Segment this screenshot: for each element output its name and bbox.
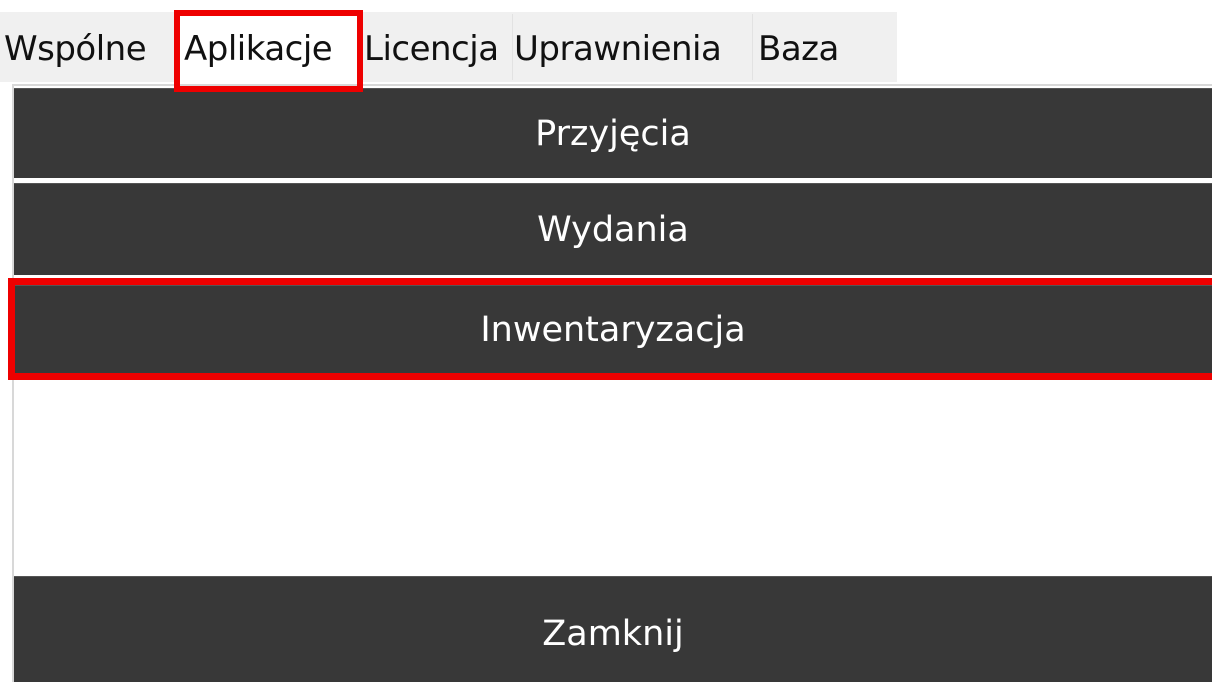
tab-license[interactable]: Licencja [360, 12, 510, 82]
tab-applications[interactable]: Aplikacje [176, 12, 360, 82]
close-button[interactable]: Zamknij [14, 576, 1212, 682]
app-window: Wspólne Aplikacje Licencja Uprawnienia B… [0, 0, 1212, 682]
inventory-button[interactable]: Inwentaryzacja [14, 285, 1212, 373]
tab-divider [752, 14, 753, 80]
tab-divider [512, 14, 513, 80]
issues-button[interactable]: Wydania [14, 183, 1212, 275]
receipts-button[interactable]: Przyjęcia [14, 88, 1212, 178]
tab-database[interactable]: Baza [754, 12, 897, 82]
tab-permissions[interactable]: Uprawnienia [514, 12, 752, 82]
tab-common[interactable]: Wspólne [0, 12, 176, 82]
